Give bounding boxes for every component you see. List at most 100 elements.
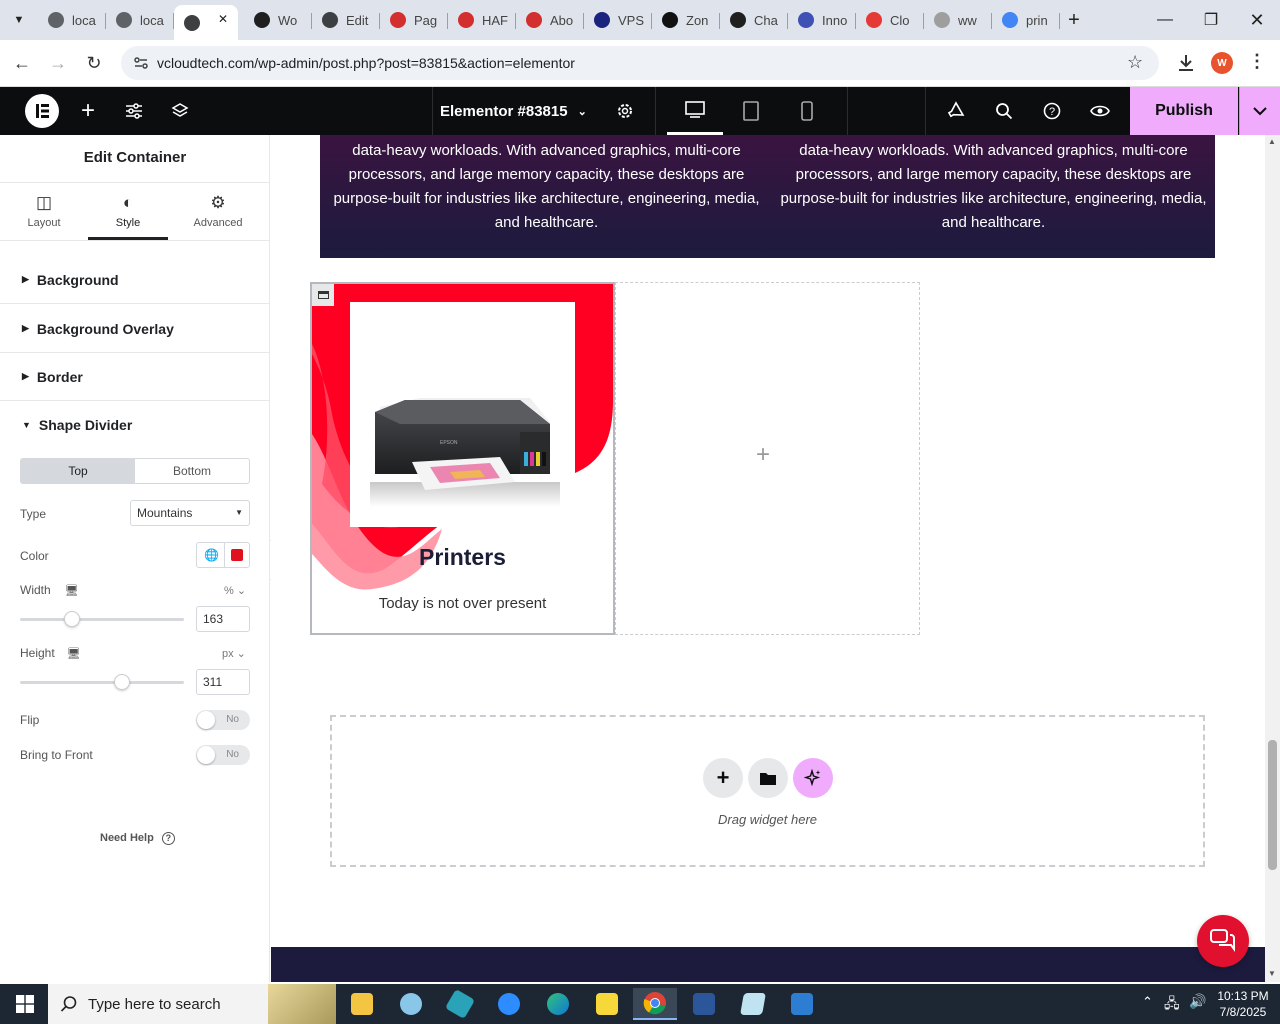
browser-tab[interactable]: Cha	[720, 5, 788, 35]
height-input[interactable]: 311	[196, 669, 250, 695]
height-unit-select[interactable]: px ⌄	[222, 647, 246, 660]
start-button[interactable]	[2, 984, 48, 1024]
elementor-logo-button[interactable]	[24, 87, 60, 135]
add-element-button[interactable]: +	[70, 87, 106, 135]
browser-tab[interactable]: loca	[38, 5, 106, 35]
global-colors-icon[interactable]: 🌐	[204, 548, 219, 562]
photos-app[interactable]	[780, 988, 824, 1020]
banner-section[interactable]: data-heavy workloads. With advanced grap…	[320, 135, 1215, 258]
browser-menu-icon[interactable]: ⋮	[1248, 51, 1266, 72]
height-slider[interactable]	[20, 674, 184, 690]
browser-tab[interactable]: Pag	[380, 5, 448, 35]
add-widget-plus-icon[interactable]: +	[756, 441, 770, 469]
bring-to-front-switch[interactable]: No	[196, 745, 250, 765]
section-border[interactable]: ▶ Border	[0, 353, 270, 401]
document-title-button[interactable]: Elementor #83815 ⌄	[440, 87, 600, 135]
reload-button[interactable]: ↻	[79, 48, 109, 78]
height-slider-thumb[interactable]	[113, 674, 130, 690]
site-settings-icon[interactable]	[133, 55, 149, 71]
add-section-button[interactable]: +	[703, 758, 743, 798]
bookmark-star-icon[interactable]: ☆	[1127, 52, 1143, 73]
maximize-button[interactable]: ❐	[1188, 0, 1234, 40]
download-icon[interactable]	[1176, 53, 1196, 73]
flip-switch[interactable]: No	[196, 710, 250, 730]
scroll-down-arrow-icon[interactable]: ▼	[1268, 969, 1276, 978]
address-bar[interactable]: vcloudtech.com/wp-admin/post.php?post=83…	[121, 46, 1159, 80]
card-text[interactable]: Today is not over present	[312, 595, 613, 612]
color-swatch[interactable]	[231, 549, 243, 561]
browser-tab[interactable]: Inno	[788, 5, 856, 35]
show-hidden-icons-chevron-icon[interactable]: ⌃	[1142, 994, 1153, 1010]
tab-bottom[interactable]: Bottom	[135, 459, 249, 483]
file-explorer-app[interactable]	[340, 988, 384, 1020]
tab-search-chevron-icon[interactable]: ▼	[2, 0, 36, 40]
browser-tab[interactable]: Abo	[516, 5, 584, 35]
template-library-button[interactable]	[748, 758, 788, 798]
browser-tab[interactable]: Zon	[652, 5, 720, 35]
section-background-overlay[interactable]: ▶ Background Overlay	[0, 305, 270, 353]
notes-app[interactable]	[731, 988, 775, 1020]
close-tab-icon[interactable]: ✕	[218, 12, 228, 26]
footer-section[interactable]	[271, 947, 1265, 982]
browser-tab[interactable]: Clo	[856, 5, 924, 35]
zoom-app[interactable]	[487, 988, 531, 1020]
browser-tab[interactable]: Edit	[312, 5, 380, 35]
empty-column[interactable]: +	[615, 282, 920, 635]
mobile-view-button[interactable]	[779, 87, 835, 135]
tab-top[interactable]: Top	[21, 459, 135, 483]
site-settings-button[interactable]	[116, 87, 152, 135]
clock[interactable]: 10:13 PM 7/8/2025	[1214, 988, 1272, 1020]
section-background[interactable]: ▶ Background	[0, 256, 270, 304]
profile-avatar[interactable]: W	[1211, 52, 1233, 74]
card-title[interactable]: Printers	[312, 544, 613, 571]
type-select[interactable]: Mountains ▼	[130, 500, 250, 526]
printer-image[interactable]: EPSON	[350, 302, 575, 527]
forward-button[interactable]: →	[43, 48, 73, 78]
printers-card[interactable]: EPSON Printers Today is not over present	[310, 282, 615, 635]
tab-advanced[interactable]: ⚙ Advanced	[178, 182, 258, 240]
browser-tab[interactable]: ww	[924, 5, 992, 35]
browser-tab[interactable]: Wo	[244, 5, 312, 35]
scrollbar-thumb[interactable]	[1268, 740, 1277, 870]
preview-button[interactable]	[1082, 87, 1118, 135]
chrome-app[interactable]	[633, 988, 677, 1020]
close-window-button[interactable]: ✕	[1234, 0, 1280, 40]
width-slider-thumb[interactable]	[64, 611, 81, 627]
browser-tab[interactable]: ✕	[174, 5, 238, 40]
page-settings-button[interactable]	[607, 87, 643, 135]
taskbar-search[interactable]: Type here to search	[48, 984, 336, 1024]
banner-text-right[interactable]: data-heavy workloads. With advanced grap…	[771, 139, 1216, 235]
drop-zone[interactable]: + Drag widget here	[330, 715, 1205, 867]
width-slider[interactable]	[20, 611, 184, 627]
edge-app[interactable]	[536, 988, 580, 1020]
word-app[interactable]	[682, 988, 726, 1020]
container-handle[interactable]	[312, 284, 334, 306]
publish-button[interactable]: Publish	[1130, 87, 1238, 135]
responsive-desktop-icon[interactable]: 🖥	[65, 585, 79, 597]
help-button[interactable]: ?	[1034, 87, 1070, 135]
chat-widget-button[interactable]	[1197, 915, 1249, 967]
minimize-button[interactable]: —	[1142, 0, 1188, 40]
publish-options-button[interactable]	[1239, 87, 1280, 135]
banner-text-left[interactable]: data-heavy workloads. With advanced grap…	[324, 139, 769, 235]
scroll-up-arrow-icon[interactable]: ▲	[1268, 137, 1276, 146]
back-button[interactable]: ←	[7, 48, 37, 78]
notifications-button[interactable]	[938, 87, 974, 135]
url-text[interactable]: vcloudtech.com/wp-admin/post.php?post=83…	[157, 55, 575, 71]
browser-tab[interactable]: loca	[106, 5, 174, 35]
paint-app[interactable]	[389, 988, 433, 1020]
tab-style[interactable]: ◐ Style	[88, 182, 168, 240]
desktop-view-button[interactable]	[667, 87, 723, 135]
app-hex[interactable]	[438, 988, 482, 1020]
ai-button[interactable]	[793, 758, 833, 798]
finder-button[interactable]	[986, 87, 1022, 135]
browser-tab[interactable]: VPS	[584, 5, 652, 35]
structure-button[interactable]	[162, 87, 198, 135]
browser-tab[interactable]: HAF	[448, 5, 516, 35]
width-unit-select[interactable]: % ⌄	[224, 584, 246, 597]
tab-layout[interactable]: ◫ Layout	[4, 182, 84, 240]
canvas-scrollbar[interactable]: ▲ ▼	[1265, 135, 1280, 982]
volume-icon[interactable]: 🔊	[1189, 993, 1206, 1010]
need-help-link[interactable]: Need Help ?	[100, 832, 175, 845]
responsive-desktop-icon[interactable]: 🖥	[67, 648, 81, 660]
